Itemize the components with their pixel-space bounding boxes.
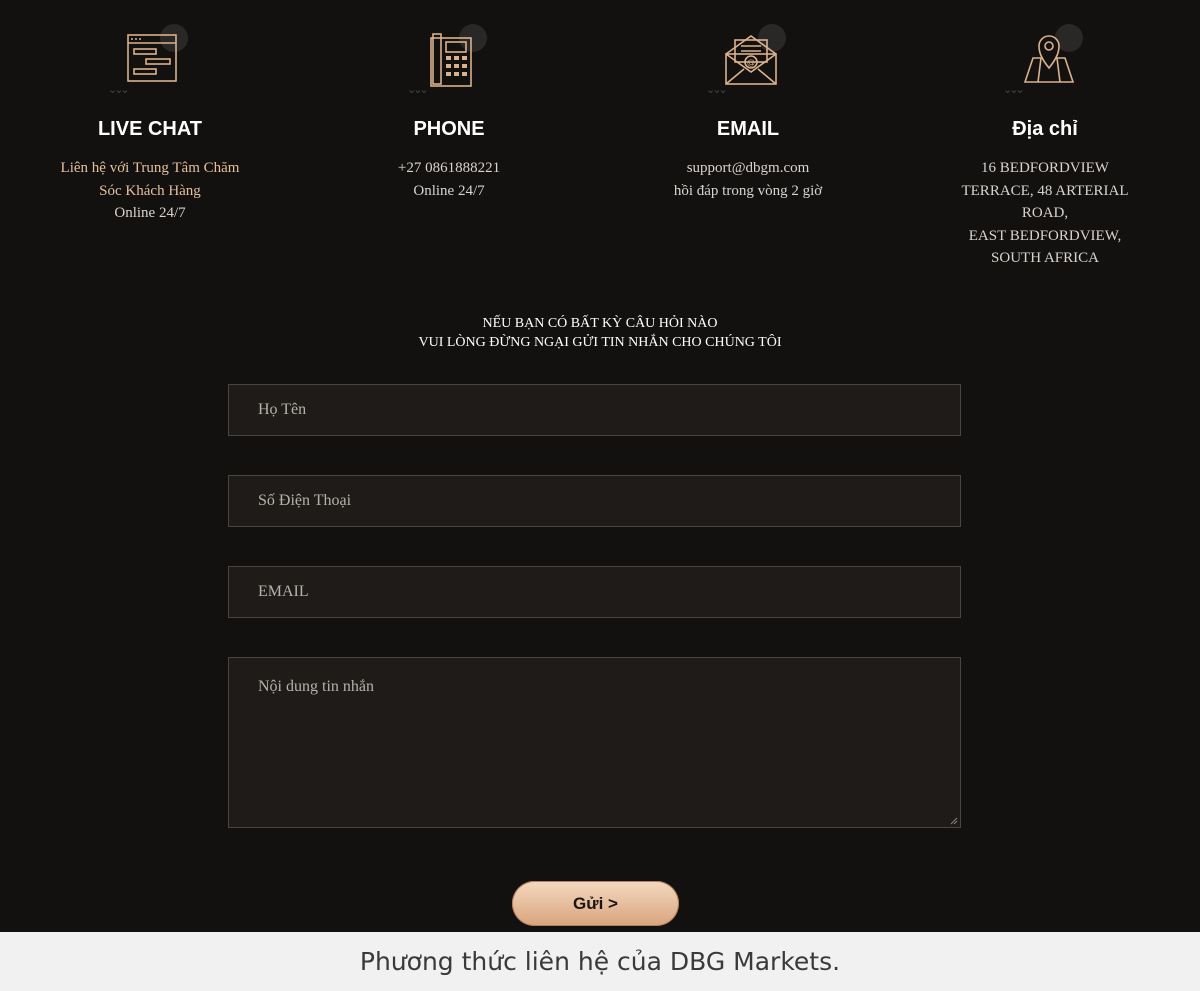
email-placeholder: EMAIL	[258, 583, 309, 600]
contact-line: Online 24/7	[114, 205, 186, 221]
message-textarea[interactable]: Nội dung tin nhắn	[228, 657, 961, 828]
page: ⌄⌄⌄ LIVE CHAT Liên hệ với Trung Tâm Chăm…	[0, 0, 1200, 991]
contact-line: SOUTH AFRICA	[991, 250, 1099, 266]
contact-line: 16 BEDFORDVIEW	[981, 160, 1109, 176]
phone-icon: ⌄⌄⌄	[407, 24, 487, 95]
form-heading-line: NẾU BẠN CÓ BẤT KỲ CÂU HỎI NÀO	[482, 316, 718, 331]
contact-line: +27 0861888221	[397, 160, 501, 176]
phone-placeholder: Số Điện Thoại	[258, 492, 352, 509]
email-input[interactable]: EMAIL	[228, 566, 961, 618]
contact-line: EAST BEDFORDVIEW,	[968, 227, 1122, 244]
contact-line: ROAD,	[1021, 205, 1069, 221]
envelope-icon: ⌄⌄⌄ @	[706, 24, 786, 95]
form-heading-line: VUI LÒNG ĐỪNG NGẠI GỬI TIN NHẮN CHO CHÚN…	[418, 335, 782, 350]
contact-title: LIVE CHAT	[97, 118, 203, 140]
message-placeholder: Nội dung tin nhắn	[258, 678, 374, 695]
contact-section: ⌄⌄⌄ LIVE CHAT Liên hệ với Trung Tâm Chăm…	[0, 0, 1200, 932]
contact-details: +27 0861888221 Online 24/7	[339, 157, 559, 202]
contact-details: 16 BEDFORDVIEW TERRACE, 48 ARTERIAL ROAD…	[935, 157, 1155, 270]
contact-title: EMAIL	[716, 118, 780, 140]
image-caption: Phương thức liên hệ của DBG Markets.	[0, 932, 1200, 991]
contact-line: Sóc Khách Hàng	[99, 182, 201, 199]
send-button[interactable]: Gửi >	[512, 881, 679, 926]
map-pin-icon: ⌄⌄⌄	[1003, 24, 1083, 95]
contact-line: hồi đáp trong vòng 2 giờ	[673, 182, 823, 199]
name-input[interactable]: Họ Tên	[228, 384, 961, 436]
svg-text:@: @	[747, 58, 755, 67]
contact-details: support@dbgm.com hồi đáp trong vòng 2 gi…	[638, 157, 858, 202]
form-heading: NẾU BẠN CÓ BẤT KỲ CÂU HỎI NÀO VUI LÒNG Đ…	[0, 314, 1200, 352]
chat-icon: ⌄⌄⌄	[108, 24, 188, 95]
resize-handle-icon[interactable]	[950, 817, 958, 825]
contact-line: Liên hệ với Trung Tâm Chăm	[60, 160, 240, 176]
contact-line: Online 24/7	[413, 182, 485, 199]
contact-details: Liên hệ với Trung Tâm Chăm Sóc Khách Hàn…	[40, 157, 260, 225]
phone-input[interactable]: Số Điện Thoại	[228, 475, 961, 527]
contact-title: PHONE	[413, 118, 485, 140]
contact-line: TERRACE, 48 ARTERIAL	[961, 182, 1129, 199]
contact-line[interactable]: support@dbgm.com	[638, 157, 858, 180]
name-placeholder: Họ Tên	[258, 401, 307, 418]
contact-title: Địa chỉ	[1012, 118, 1078, 140]
